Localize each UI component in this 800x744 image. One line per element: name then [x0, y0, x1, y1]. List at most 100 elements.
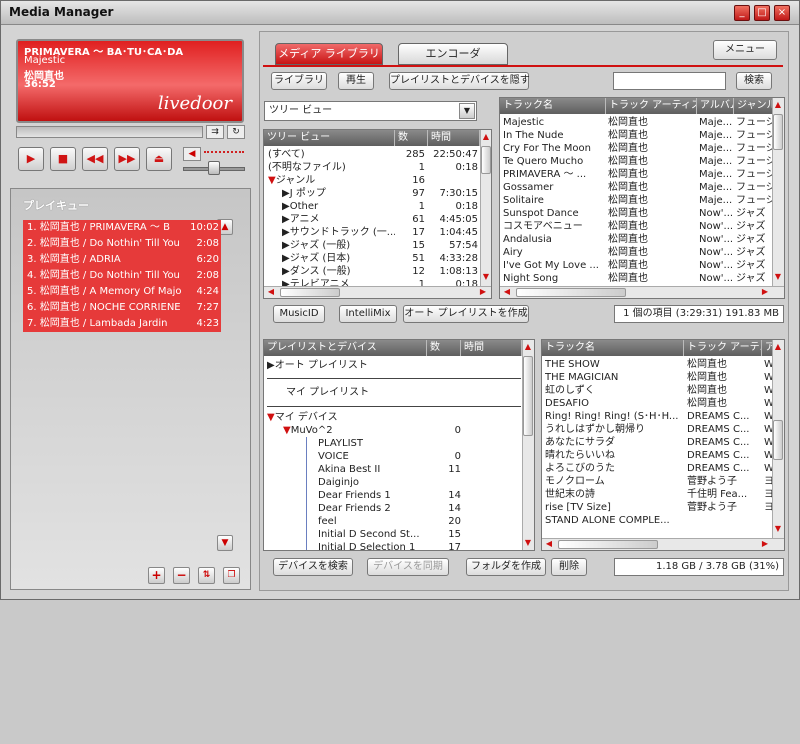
- track-row[interactable]: Te Quero Mucho 松岡直也 Maje... フュージ: [500, 155, 772, 168]
- device-folder-row[interactable]: Daiginjo: [264, 476, 522, 489]
- col-genre[interactable]: ジャンル: [734, 98, 774, 114]
- track-row[interactable]: I've Got My Love ... 松岡直也 Now'... ジャズ: [500, 259, 772, 272]
- sync-device-button[interactable]: デバイスを同期: [367, 558, 449, 576]
- mute-icon[interactable]: ◀: [183, 147, 201, 161]
- track-row[interactable]: Majestic 松岡直也 Maje... フュージ: [500, 116, 772, 129]
- maximize-button[interactable]: □: [754, 5, 770, 21]
- menu-button[interactable]: メニュー: [713, 40, 777, 60]
- tree-row[interactable]: ▶アニメ 61 4:45:05: [264, 213, 480, 226]
- queue-item[interactable]: 7. 松岡直也 / Lambada Jardin 4:23: [23, 316, 221, 332]
- repeat-icon[interactable]: ↻: [227, 125, 245, 139]
- tree-row[interactable]: ▶Other 1 0:18: [264, 200, 480, 213]
- auto-playlist-node[interactable]: ▶オート プレイリスト: [267, 359, 368, 372]
- copy-icon[interactable]: ❐: [223, 567, 240, 584]
- collapsed-icon[interactable]: ▶: [282, 201, 290, 212]
- play-toolbar-button[interactable]: 再生: [338, 72, 374, 90]
- device-folder-row[interactable]: feel 20: [264, 515, 522, 528]
- musicid-button[interactable]: MusicID: [273, 305, 325, 323]
- track-row[interactable]: 虹のしずく 松岡直也 W: [542, 384, 772, 397]
- sort-icon[interactable]: ⇅: [198, 567, 215, 584]
- search-devices-button[interactable]: デバイスを検索: [273, 558, 353, 576]
- track-row[interactable]: Airy 松岡直也 Now'... ジャズ: [500, 246, 772, 259]
- expand-icon[interactable]: ▼: [268, 175, 276, 186]
- next-button[interactable]: ▶▶: [114, 147, 140, 171]
- tab-media-library[interactable]: メディア ライブラリ: [275, 43, 383, 65]
- collapsed-icon[interactable]: ▶: [282, 227, 290, 238]
- collapsed-icon[interactable]: ▶: [282, 188, 290, 199]
- track-row[interactable]: モノクローム 菅野よう子 ヨ: [542, 475, 772, 488]
- track-row[interactable]: Solitaire 松岡直也 Maje... フュージ: [500, 194, 772, 207]
- intellimix-button[interactable]: IntelliMix: [339, 305, 397, 323]
- tracks-bottom-vscroll[interactable]: ▲ ▼: [772, 340, 784, 538]
- device-folder-row[interactable]: Initial D Second St... 15: [264, 528, 522, 541]
- tree-row[interactable]: ▼ジャンル 16: [264, 174, 480, 187]
- queue-item[interactable]: 1. 松岡直也 / PRIMAVERA 〜 B 10:02: [23, 220, 221, 236]
- track-row[interactable]: コスモアベニュー 松岡直也 Now'... ジャズ: [500, 220, 772, 233]
- queue-item[interactable]: 5. 松岡直也 / A Memory Of Majo 4:24: [23, 284, 221, 300]
- col-device-count[interactable]: 数: [427, 340, 461, 356]
- auto-playlist-button[interactable]: オート プレイリストを作成: [403, 305, 529, 323]
- search-button[interactable]: 検索: [736, 72, 772, 90]
- create-folder-button[interactable]: フォルダを作成: [466, 558, 546, 576]
- track-row[interactable]: あなたにサラダ DREAMS C... W: [542, 436, 772, 449]
- tree-row[interactable]: (すべて) 285 22:50:47: [264, 148, 480, 161]
- play-button[interactable]: ▶: [18, 147, 44, 171]
- search-input[interactable]: [613, 72, 726, 90]
- track-row[interactable]: よろこびのうた DREAMS C... W: [542, 462, 772, 475]
- previous-button[interactable]: ◀◀: [82, 147, 108, 171]
- track-row[interactable]: DESAFIO 松岡直也 W: [542, 397, 772, 410]
- collapsed-icon[interactable]: ▶: [282, 266, 290, 277]
- track-row[interactable]: Night Song 松岡直也 Now'... ジャズ: [500, 272, 772, 285]
- add-icon[interactable]: +: [148, 567, 165, 584]
- track-row[interactable]: Ring! Ring! Ring! (S･H･H... DREAMS C... W: [542, 410, 772, 423]
- tracks-top-vscroll[interactable]: ▲ ▼: [772, 98, 784, 286]
- tracks-bottom-hscroll[interactable]: ◀ ▶: [542, 538, 784, 550]
- track-row[interactable]: PRIMAVERA 〜 ... 松岡直也 Maje... フュージ: [500, 168, 772, 181]
- chevron-down-icon[interactable]: ▼: [459, 103, 475, 119]
- tree-row[interactable]: ▶ダンス (一般) 12 1:08:13: [264, 265, 480, 278]
- col-track-artist[interactable]: トラック アーティスト: [606, 98, 697, 114]
- my-devices-node[interactable]: ▼マイ デバイス: [267, 411, 338, 424]
- stop-button[interactable]: ■: [50, 147, 76, 171]
- track-row[interactable]: THE SHOW 松岡直也 W: [542, 358, 772, 371]
- tree-col-time[interactable]: 時間: [428, 130, 480, 146]
- col-album[interactable]: アルバム: [697, 98, 734, 114]
- col-playlists-devices[interactable]: プレイリストとデバイス: [264, 340, 427, 356]
- track-row[interactable]: rise [TV Size] 菅野よう子 ヨ: [542, 501, 772, 514]
- device-folder-row[interactable]: PLAYLIST: [264, 437, 522, 450]
- device-folder-row[interactable]: VOICE 0: [264, 450, 522, 463]
- track-row[interactable]: Gossamer 松岡直也 Maje... フュージ: [500, 181, 772, 194]
- delete-button[interactable]: 削除: [551, 558, 587, 576]
- eject-button[interactable]: ⏏: [146, 147, 172, 171]
- device-folder-row[interactable]: Dear Friends 1 14: [264, 489, 522, 502]
- track-row[interactable]: STAND ALONE COMPLE...: [542, 514, 772, 527]
- collapsed-icon[interactable]: ▶: [282, 214, 290, 225]
- col-device-time[interactable]: 時間: [461, 340, 522, 356]
- track-row[interactable]: THE MAGICIAN 松岡直也 W: [542, 371, 772, 384]
- tree-row[interactable]: (不明なファイル) 1 0:18: [264, 161, 480, 174]
- tree-row[interactable]: ▶ジャズ (日本) 51 4:33:28: [264, 252, 480, 265]
- collapsed-icon[interactable]: ▶: [282, 253, 290, 264]
- device-folder-row[interactable]: Dear Friends 2 14: [264, 502, 522, 515]
- col-track-name[interactable]: トラック名: [500, 98, 606, 114]
- tree-vscroll[interactable]: ▲ ▼: [480, 130, 491, 286]
- seek-bar[interactable]: [16, 126, 203, 138]
- queue-item[interactable]: 4. 松岡直也 / Do Nothin' Till You 2:08: [23, 268, 221, 284]
- volume-knob[interactable]: [208, 161, 220, 175]
- track-row[interactable]: 晴れたらいいね DREAMS C... W: [542, 449, 772, 462]
- minimize-button[interactable]: _: [734, 5, 750, 21]
- tree-hscroll[interactable]: ◀ ▶: [264, 286, 491, 298]
- col-track-artist[interactable]: トラック アーテ...: [684, 340, 762, 356]
- tree-col-name[interactable]: ツリー ビュー: [264, 130, 395, 146]
- library-button[interactable]: ライブラリ: [271, 72, 327, 90]
- queue-item[interactable]: 6. 松岡直也 / NOCHE CORRIENE 7:27: [23, 300, 221, 316]
- queue-item[interactable]: 2. 松岡直也 / Do Nothin' Till You 2:08: [23, 236, 221, 252]
- tab-encoder[interactable]: エンコーダ: [398, 43, 508, 65]
- devices-vscroll[interactable]: ▲ ▼: [522, 340, 534, 550]
- device-folder-row[interactable]: Akina Best II 11: [264, 463, 522, 476]
- hide-playlists-button[interactable]: プレイリストとデバイスを隠す: [389, 72, 530, 90]
- track-row[interactable]: うれしはずかし朝帰り DREAMS C... W: [542, 423, 772, 436]
- track-row[interactable]: Andalusia 松岡直也 Now'... ジャズ: [500, 233, 772, 246]
- col-track-name[interactable]: トラック名: [542, 340, 684, 356]
- track-row[interactable]: Cry For The Moon 松岡直也 Maje... フュージ: [500, 142, 772, 155]
